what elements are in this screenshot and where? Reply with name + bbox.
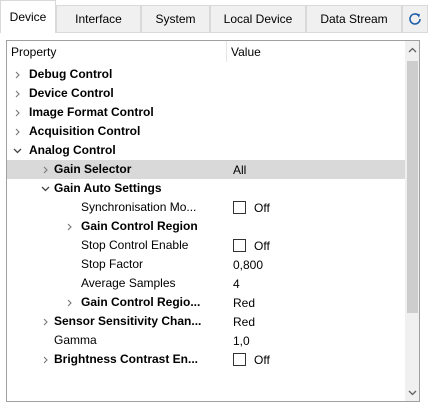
- property-value-text: Off: [254, 238, 270, 253]
- tab-bar: Device Interface System Local Device Dat…: [0, 0, 428, 33]
- property-row-gamma[interactable]: Gamma 1,0: [7, 331, 405, 350]
- property-name: Average Samples: [81, 276, 176, 290]
- property-row-gain-selector[interactable]: Gain Selector All: [7, 160, 405, 179]
- tab-local-device[interactable]: Local Device: [210, 5, 306, 32]
- property-row-stop-control-enable[interactable]: Stop Control Enable Off: [7, 236, 405, 255]
- property-name: Brightness Contrast En...: [54, 352, 199, 366]
- property-name: Gain Control Regio...: [81, 295, 201, 309]
- chevron-right-icon[interactable]: [63, 293, 75, 312]
- property-value-text: Red: [233, 314, 256, 329]
- property-row-synchronisation-mo[interactable]: Synchronisation Mo... Off: [7, 198, 405, 217]
- property-value-text: Off: [254, 352, 270, 367]
- checkbox[interactable]: [233, 239, 246, 252]
- property-name: Sensor Sensitivity Chan...: [54, 314, 202, 328]
- property-name: Image Format Control: [29, 105, 154, 119]
- property-value[interactable]: Off: [233, 198, 270, 217]
- property-row-gain-control-regio[interactable]: Gain Control Regio... Red: [7, 293, 405, 312]
- tab-interface-label: Interface: [75, 12, 122, 26]
- tab-device-label: Device: [9, 10, 47, 24]
- property-value[interactable]: Red: [233, 312, 255, 331]
- property-name: Gamma: [54, 333, 97, 347]
- property-name: Analog Control: [29, 143, 116, 157]
- checkbox[interactable]: [233, 201, 246, 214]
- property-name: Gain Auto Settings: [54, 181, 162, 195]
- tab-divider: [0, 32, 428, 33]
- property-row-average-samples[interactable]: Average Samples 4: [7, 274, 405, 293]
- property-value[interactable]: Red: [233, 293, 255, 312]
- property-value-text: Off: [254, 200, 270, 215]
- scroll-thumb[interactable]: [407, 61, 418, 313]
- property-row-debug-control[interactable]: Debug Control: [7, 65, 405, 84]
- property-name: Acquisition Control: [29, 124, 141, 138]
- property-row-acquisition-control[interactable]: Acquisition Control: [7, 122, 405, 141]
- property-value[interactable]: All: [233, 160, 246, 179]
- value-column-header[interactable]: Value: [227, 41, 405, 62]
- chevron-right-icon[interactable]: [63, 217, 75, 236]
- scroll-down-button[interactable]: [405, 384, 419, 401]
- property-value-text: 4: [233, 276, 240, 291]
- chevron-up-icon: [408, 47, 417, 52]
- property-value[interactable]: Off: [233, 350, 270, 369]
- chevron-right-icon[interactable]: [39, 350, 51, 369]
- property-row-gain-auto-settings[interactable]: Gain Auto Settings: [7, 179, 405, 198]
- grid-header: Property Value: [7, 41, 405, 62]
- property-value-text: All: [233, 162, 247, 177]
- property-value[interactable]: Off: [233, 236, 270, 255]
- property-name: Gain Control Region: [81, 219, 198, 233]
- tab-local-device-label: Local Device: [223, 12, 293, 26]
- property-name: Stop Factor: [81, 257, 144, 271]
- property-column-header[interactable]: Property: [7, 41, 226, 62]
- property-row-device-control[interactable]: Device Control: [7, 84, 405, 103]
- tab-data-stream-label: Data Stream: [320, 12, 388, 26]
- chevron-right-icon[interactable]: [39, 312, 51, 331]
- chevron-down-icon: [408, 390, 417, 395]
- property-value[interactable]: 0,800: [233, 255, 263, 274]
- scroll-up-button[interactable]: [405, 41, 419, 58]
- chevron-down-icon[interactable]: [39, 179, 51, 198]
- chevron-right-icon[interactable]: [11, 65, 23, 84]
- property-name: Device Control: [29, 86, 114, 100]
- chevron-right-icon[interactable]: [11, 84, 23, 103]
- vertical-scrollbar[interactable]: [405, 41, 419, 401]
- chevron-right-icon[interactable]: [11, 122, 23, 141]
- property-header-label: Property: [11, 44, 57, 59]
- refresh-icon: [409, 13, 421, 25]
- property-grid: Property Value Debug Control Device Contr…: [6, 40, 420, 402]
- property-name: Synchronisation Mo...: [81, 200, 197, 214]
- property-value[interactable]: 4: [233, 274, 240, 293]
- checkbox[interactable]: [233, 353, 246, 366]
- property-value-text: 0,800: [233, 257, 264, 272]
- property-row-sensor-sensitivity-chan[interactable]: Sensor Sensitivity Chan... Red: [7, 312, 405, 331]
- chevron-down-icon[interactable]: [11, 141, 23, 160]
- property-name: Gain Selector: [54, 162, 132, 176]
- property-row-brightness-contrast-en[interactable]: Brightness Contrast En... Off: [7, 350, 405, 369]
- tab-system-label: System: [155, 12, 196, 26]
- property-value[interactable]: 1,0: [233, 331, 250, 350]
- property-rows: Debug Control Device Control Image Format …: [7, 65, 405, 369]
- tab-system[interactable]: System: [141, 5, 210, 32]
- property-value-text: 1,0: [233, 333, 250, 348]
- property-row-gain-control-region[interactable]: Gain Control Region: [7, 217, 405, 236]
- property-value-text: Red: [233, 295, 256, 310]
- refresh-button[interactable]: [402, 5, 428, 32]
- value-header-label: Value: [231, 44, 261, 59]
- property-row-analog-control[interactable]: Analog Control: [7, 141, 405, 160]
- property-name: Debug Control: [29, 67, 113, 81]
- property-row-image-format-control[interactable]: Image Format Control: [7, 103, 405, 122]
- tab-device[interactable]: Device: [0, 0, 56, 33]
- property-name: Stop Control Enable: [81, 238, 189, 252]
- chevron-right-icon[interactable]: [11, 103, 23, 122]
- property-row-stop-factor[interactable]: Stop Factor 0,800: [7, 255, 405, 274]
- chevron-right-icon[interactable]: [39, 160, 51, 179]
- tab-interface[interactable]: Interface: [56, 5, 141, 32]
- tab-data-stream[interactable]: Data Stream: [306, 5, 402, 32]
